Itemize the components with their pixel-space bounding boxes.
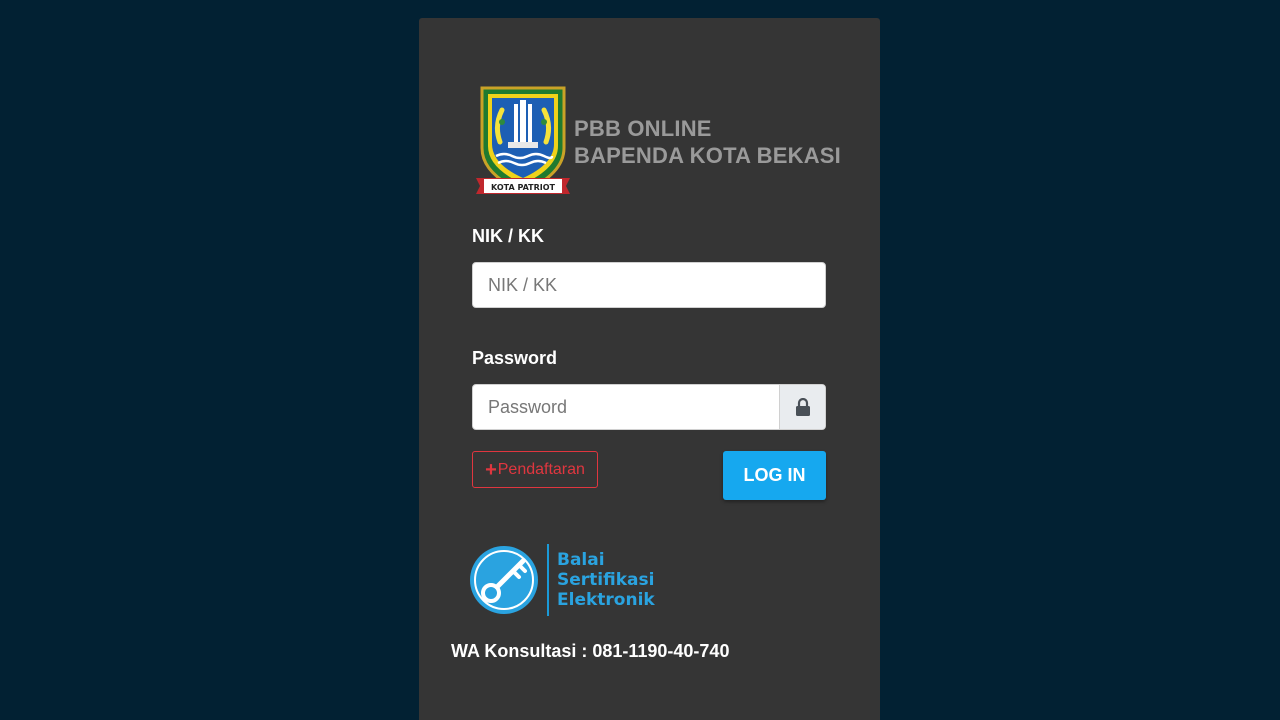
register-button[interactable]: + Pendaftaran [472, 451, 598, 488]
login-panel: KOTA PATRIOT PBB ONLINE BAPENDA KOTA BEK… [419, 18, 880, 720]
bsre-divider [547, 544, 549, 616]
password-addon [779, 385, 825, 429]
bsre-line-3: Elektronik [557, 590, 655, 610]
nik-input[interactable] [473, 263, 825, 307]
wa-contact: WA Konsultasi : 081-1190-40-740 [451, 641, 730, 661]
register-label: Pendaftaran [497, 460, 585, 478]
brand-title: PBB ONLINE BAPENDA KOTA BEKASI [574, 115, 841, 169]
crest-ribbon-text: KOTA PATRIOT [491, 183, 556, 192]
password-label: Password [472, 348, 558, 368]
login-button[interactable]: LOG IN [723, 451, 826, 500]
password-input[interactable] [473, 385, 779, 429]
key-icon [470, 546, 538, 614]
lock-icon [795, 398, 810, 416]
password-input-group [472, 384, 826, 430]
plus-icon: + [485, 458, 497, 481]
brand-line-1: PBB ONLINE [574, 116, 712, 141]
bsre-line-2: Sertifikasi [557, 570, 655, 590]
brand-header: KOTA PATRIOT PBB ONLINE BAPENDA KOTA BEK… [474, 82, 841, 202]
nik-input-group [472, 262, 826, 308]
bsre-text: Balai Sertifikasi Elektronik [557, 550, 655, 610]
kota-bekasi-crest-icon: KOTA PATRIOT [476, 86, 570, 194]
bsre-logo-block: Balai Sertifikasi Elektronik [469, 544, 655, 616]
nik-label: NIK / KK [472, 226, 544, 246]
bsre-line-1: Balai [557, 550, 605, 570]
brand-line-2: BAPENDA KOTA BEKASI [574, 143, 841, 168]
